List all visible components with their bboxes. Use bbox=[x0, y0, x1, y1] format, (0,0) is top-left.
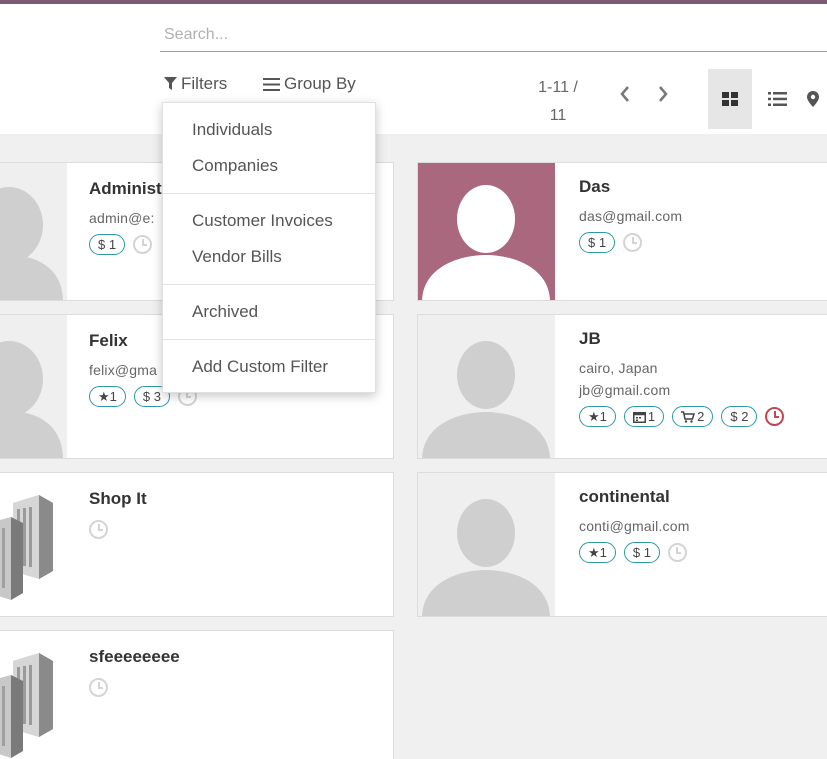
kanban-view-button[interactable] bbox=[708, 69, 752, 129]
kanban-card-sfeeeeeeee[interactable]: sfeeeeeeee bbox=[0, 630, 394, 759]
activity-clock-icon[interactable] bbox=[623, 233, 643, 252]
company-building-icon bbox=[0, 495, 53, 600]
pager-total: 11 bbox=[549, 107, 567, 124]
filters-dropdown-menu: Individuals Companies Customer Invoices … bbox=[162, 102, 376, 393]
activity-clock-icon[interactable] bbox=[133, 235, 153, 254]
partner-email: admin@e: bbox=[89, 210, 155, 226]
partner-name: sfeeeeeeee bbox=[89, 647, 180, 666]
search-input[interactable] bbox=[160, 19, 827, 52]
kanban-card-continental[interactable]: continental conti@gmail.com ★1 $ 1 bbox=[417, 472, 827, 617]
kanban-card-das[interactable]: Das das@gmail.com $ 1 bbox=[417, 162, 827, 301]
map-marker-icon bbox=[807, 91, 819, 107]
group-by-label: Group By bbox=[284, 74, 356, 93]
person-placeholder-icon bbox=[422, 499, 550, 616]
calendar-icon bbox=[632, 411, 646, 423]
control-panel: Filters Group By 1-11 / 11 bbox=[0, 4, 827, 134]
meetings-badge[interactable]: ★1 bbox=[579, 542, 616, 563]
list-icon bbox=[767, 92, 787, 106]
list-view-button[interactable] bbox=[755, 69, 799, 129]
filters-label: Filters bbox=[181, 74, 228, 93]
pager-previous-icon[interactable] bbox=[618, 84, 632, 104]
filter-icon bbox=[164, 77, 177, 90]
sales-count: 2 bbox=[697, 409, 705, 424]
activity-clock-icon[interactable] bbox=[89, 520, 108, 539]
shopping-cart-icon bbox=[681, 410, 696, 423]
avatar bbox=[0, 473, 67, 616]
avatar bbox=[418, 315, 555, 458]
pager-range: 1-11 / bbox=[538, 79, 578, 96]
menu-divider bbox=[163, 193, 375, 194]
activity-clock-icon[interactable] bbox=[765, 407, 785, 426]
person-placeholder-icon bbox=[0, 341, 63, 458]
person-placeholder-icon bbox=[422, 185, 550, 300]
person-placeholder-icon bbox=[422, 341, 550, 458]
pager-next-icon[interactable] bbox=[656, 84, 670, 104]
avatar bbox=[0, 631, 67, 759]
person-placeholder-icon bbox=[0, 187, 63, 300]
filter-archived[interactable]: Archived bbox=[163, 294, 375, 330]
group-by-button[interactable]: Group By bbox=[263, 74, 356, 94]
kanban-card-jb[interactable]: JB cairo, Japan jb@gmail.com ★1 1 2 $ 2 bbox=[417, 314, 827, 459]
partner-email: jb@gmail.com bbox=[579, 382, 671, 398]
avatar bbox=[418, 163, 555, 300]
filter-vendor-bills[interactable]: Vendor Bills bbox=[163, 239, 375, 275]
menu-divider bbox=[163, 339, 375, 340]
meetings-badge[interactable]: ★1 bbox=[89, 386, 126, 407]
partner-name: JB bbox=[579, 329, 601, 348]
calendar-count: 1 bbox=[647, 409, 656, 424]
menu-divider bbox=[163, 284, 375, 285]
partner-email: conti@gmail.com bbox=[579, 518, 690, 534]
avatar bbox=[418, 473, 555, 616]
partner-name: Das bbox=[579, 177, 611, 196]
add-custom-filter[interactable]: Add Custom Filter bbox=[163, 349, 375, 385]
invoice-badge[interactable]: $ 2 bbox=[721, 406, 758, 427]
partner-email: das@gmail.com bbox=[579, 208, 683, 224]
filters-button[interactable]: Filters bbox=[164, 74, 227, 94]
company-building-icon bbox=[0, 653, 53, 758]
partner-name: Shop It bbox=[89, 489, 147, 508]
kanban-card-shop-it[interactable]: Shop It bbox=[0, 472, 394, 617]
invoice-badge[interactable]: $ 1 bbox=[623, 542, 660, 563]
bars-icon bbox=[263, 77, 280, 91]
pager-value[interactable]: 1-11 / 11 bbox=[528, 74, 588, 130]
calendar-badge[interactable]: 1 bbox=[623, 406, 665, 427]
partner-name: Administ bbox=[89, 179, 162, 198]
invoice-badge[interactable]: $ 1 bbox=[89, 234, 126, 255]
avatar bbox=[0, 315, 67, 458]
kanban-grid-icon bbox=[722, 92, 738, 106]
filter-customer-invoices[interactable]: Customer Invoices bbox=[163, 203, 375, 239]
filter-individuals[interactable]: Individuals bbox=[163, 112, 375, 148]
activity-clock-icon[interactable] bbox=[667, 543, 687, 562]
sales-badge[interactable]: 2 bbox=[672, 406, 714, 427]
partner-name: continental bbox=[579, 487, 670, 506]
meetings-badge[interactable]: ★1 bbox=[579, 406, 616, 427]
activity-clock-icon[interactable] bbox=[89, 678, 108, 697]
filter-companies[interactable]: Companies bbox=[163, 148, 375, 184]
partner-address: cairo, Japan bbox=[579, 360, 658, 376]
map-view-button[interactable] bbox=[799, 69, 827, 129]
avatar bbox=[0, 163, 67, 300]
invoice-badge[interactable]: $ 1 bbox=[579, 232, 616, 253]
